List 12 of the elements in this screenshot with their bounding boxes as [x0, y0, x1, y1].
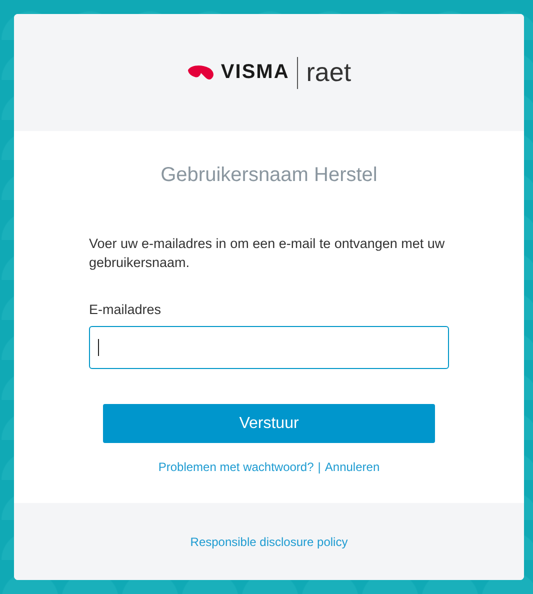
- link-separator: |: [318, 460, 321, 474]
- brand-name: VISMA: [220, 61, 290, 84]
- product-name: raet: [306, 57, 352, 88]
- disclosure-link[interactable]: Responsible disclosure policy: [190, 534, 348, 548]
- page-title: Gebruikersnaam Herstel: [160, 164, 378, 187]
- submit-button[interactable]: Verstuur: [103, 404, 435, 443]
- password-help-link[interactable]: Problemen met wachtwoord?: [158, 460, 314, 474]
- email-field[interactable]: [89, 326, 449, 369]
- field-label: E-mailadres: [89, 302, 162, 317]
- logo-icon: [186, 64, 215, 80]
- instruction-text: Voer uw e-mailadres in om een e-mail te ontvangen met uw gebruikersnaam.: [89, 235, 446, 272]
- cancel-link[interactable]: Annuleren: [324, 460, 380, 474]
